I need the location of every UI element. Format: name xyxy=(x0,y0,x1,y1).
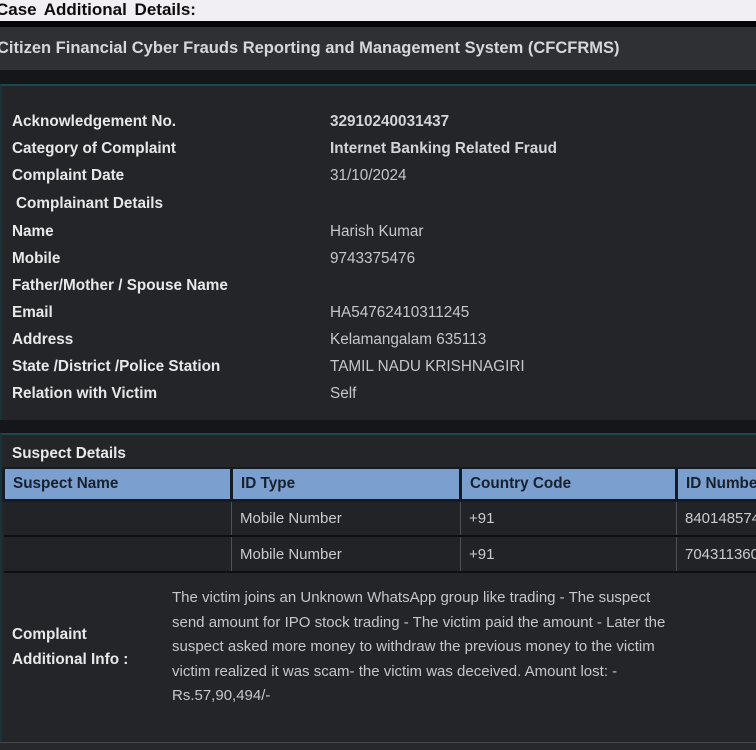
cell-suspect-name xyxy=(4,536,232,572)
field-row-father-mother-spouse: Father/Mother / Spouse Name xyxy=(2,272,756,299)
system-title: Citizen Financial Cyber Frauds Reporting… xyxy=(0,39,620,58)
suspect-table: Suspect Name ID Type Country Code ID Num… xyxy=(2,467,756,573)
field-row-complaint-date: Complaint Date 31/10/2024 xyxy=(2,162,756,189)
cell-suspect-name xyxy=(4,500,232,536)
cell-id-type: Mobile Number xyxy=(232,500,461,536)
table-row: Mobile Number +91 840148574 xyxy=(4,500,756,536)
spacer xyxy=(0,70,756,84)
column-header-id-number: ID Number xyxy=(677,468,756,500)
field-value: HA54762410311245 xyxy=(330,299,469,326)
cell-country-code: +91 xyxy=(461,500,677,536)
cell-id-number: 704311360 xyxy=(677,536,756,572)
field-row-address: Address Kelamangalam 635113 xyxy=(2,326,756,353)
page-title: Case Additional Details: xyxy=(0,0,756,21)
field-label: Mobile xyxy=(2,245,330,272)
case-info-panel: Acknowledgement No. 32910240031437 Categ… xyxy=(0,84,756,420)
field-row-state-district-ps: State /District /Police Station TAMIL NA… xyxy=(2,353,756,380)
field-label: Relation with Victim xyxy=(2,380,330,407)
column-header-country-code: Country Code xyxy=(461,468,677,500)
complaint-text-line: suspect asked more money to withdraw the… xyxy=(172,635,756,660)
field-value: 32910240031437 xyxy=(330,108,449,135)
complaint-additional-info-row: Complaint Additional Info : The victim j… xyxy=(2,586,756,709)
system-title-bar: Citizen Financial Cyber Frauds Reporting… xyxy=(0,27,756,70)
field-value: 9743375476 xyxy=(330,245,415,272)
complaint-label-line2: Additional Info : xyxy=(12,647,172,672)
complaint-label-line1: Complaint xyxy=(12,622,172,647)
field-label: Acknowledgement No. xyxy=(2,108,330,135)
field-value: 31/10/2024 xyxy=(330,162,407,189)
cell-id-type: Mobile Number xyxy=(232,536,461,572)
field-value: Self xyxy=(330,380,356,407)
complaint-additional-info-text: The victim joins an Unknown WhatsApp gro… xyxy=(172,586,756,709)
field-row-email: Email HA54762410311245 xyxy=(2,299,756,326)
cell-id-number: 840148574 xyxy=(677,500,756,536)
field-value: Kelamangalam 635113 xyxy=(330,326,486,353)
field-value: TAMIL NADU KRISHNAGIRI xyxy=(330,353,525,380)
suspect-table-header-row: Suspect Name ID Type Country Code ID Num… xyxy=(4,468,756,500)
field-row-relation-with-victim: Relation with Victim Self xyxy=(2,380,756,407)
column-header-suspect-name: Suspect Name xyxy=(4,468,232,500)
field-row-name: Name Harish Kumar xyxy=(2,218,756,245)
field-label: Address xyxy=(2,326,330,353)
bottom-divider xyxy=(0,742,756,750)
complaint-text-line: victim realized it was scam- the victim … xyxy=(172,660,756,685)
field-label: Complaint Date xyxy=(2,162,330,189)
field-label: State /District /Police Station xyxy=(2,353,330,380)
column-header-id-type: ID Type xyxy=(232,468,461,500)
field-label: Father/Mother / Spouse Name xyxy=(2,272,330,299)
field-label: Name xyxy=(2,218,330,245)
table-row: Mobile Number +91 704311360 xyxy=(4,536,756,572)
complaint-text-line: The victim joins an Unknown WhatsApp gro… xyxy=(172,586,756,611)
complainant-details-section-title: Complainant Details xyxy=(2,190,756,218)
field-row-category: Category of Complaint Internet Banking R… xyxy=(2,135,756,162)
complaint-text-line: Rs.57,90,494/- xyxy=(172,684,756,709)
cell-country-code: +91 xyxy=(461,536,677,572)
suspect-details-panel: Suspect Details Suspect Name ID Type Cou… xyxy=(0,433,756,742)
field-label: Email xyxy=(2,299,330,326)
field-value: Internet Banking Related Fraud xyxy=(330,135,557,162)
complaint-additional-info-label: Complaint Additional Info : xyxy=(2,622,172,672)
field-value: Harish Kumar xyxy=(330,218,424,245)
suspect-details-section-title: Suspect Details xyxy=(2,435,756,464)
complaint-text-line: send amount for IPO stock trading - The … xyxy=(172,611,756,636)
field-row-acknowledgement-no: Acknowledgement No. 32910240031437 xyxy=(2,108,756,135)
field-label: Category of Complaint xyxy=(2,135,330,162)
field-row-mobile: Mobile 9743375476 xyxy=(2,245,756,272)
